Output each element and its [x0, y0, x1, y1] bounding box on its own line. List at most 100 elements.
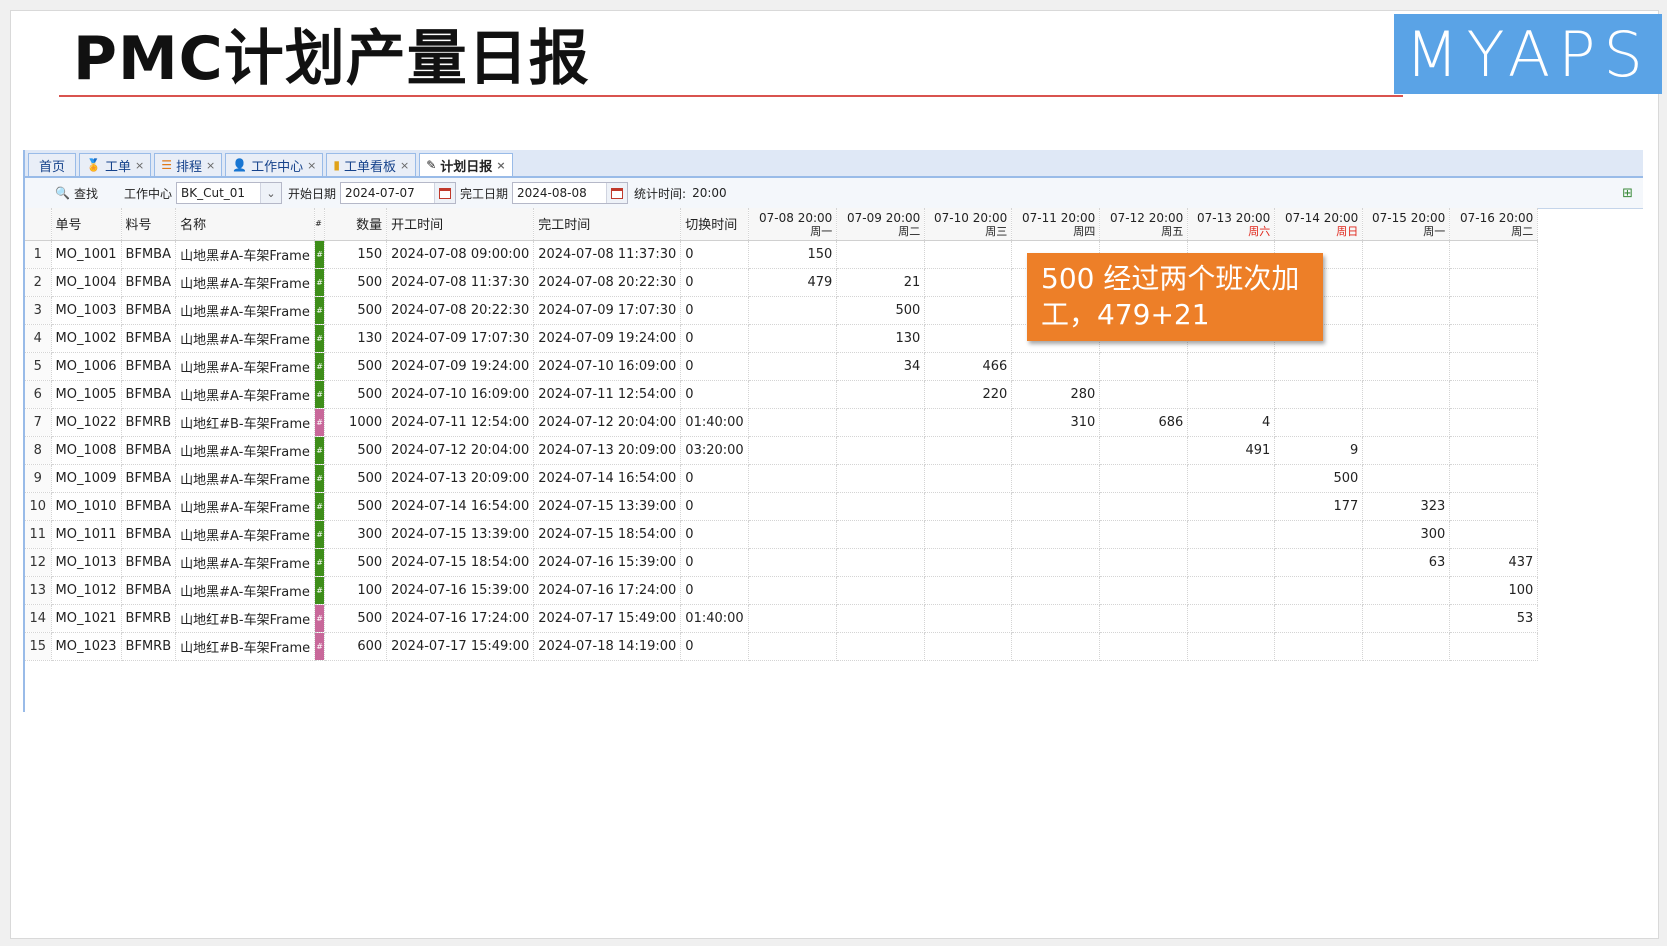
daily-quantity — [1011, 548, 1101, 577]
daily-quantity — [1011, 464, 1101, 493]
daily-quantity — [924, 296, 1013, 325]
product-name: 山地黑#A-车架Frame — [175, 268, 316, 297]
daily-quantity — [924, 632, 1013, 661]
close-icon[interactable]: × — [206, 159, 215, 172]
chevron-down-icon[interactable]: ⌄ — [259, 183, 281, 203]
stat-time-value: 20:00 — [692, 186, 727, 200]
day-column-header[interactable]: 07-16 20:00 周二 — [1449, 208, 1539, 241]
column-header-material[interactable]: 料号 — [121, 208, 177, 241]
tab-0[interactable]: 首页 — [28, 153, 77, 176]
tab-5[interactable]: ✎ 计划日报 × — [419, 153, 513, 176]
end-time: 2024-07-13 20:09:00 — [533, 436, 682, 465]
table-row[interactable]: 13 MO_1012 BFMBA 山地黑#A-车架Frame #100 2024-07-1… — [25, 576, 1539, 605]
grid-header: 单号 料号 名称 # 数量 开工时间 完工时间 切换时间 07-08 20:00… — [25, 208, 1539, 241]
quantity: 500 — [324, 380, 388, 409]
start-time: 2024-07-10 16:09:00 — [386, 380, 535, 409]
daily-quantity — [924, 464, 1013, 493]
work-center-select[interactable]: BK_Cut_01 ⌄ — [175, 182, 282, 204]
end-time: 2024-07-11 12:54:00 — [533, 380, 682, 409]
daily-quantity — [1274, 380, 1364, 409]
daily-quantity — [836, 436, 926, 465]
switch-time: 0 — [680, 548, 750, 577]
tab-3[interactable]: 👤 工作中心 × — [225, 153, 324, 176]
day-column-header[interactable]: 07-09 20:00 周二 — [836, 208, 926, 241]
tab-1[interactable]: 🏅 工单 × — [79, 153, 152, 176]
product-name: 山地红#B-车架Frame — [175, 632, 316, 661]
daily-quantity — [1099, 632, 1189, 661]
day-weekday: 周一 — [810, 224, 833, 238]
calendar-icon[interactable] — [434, 183, 455, 203]
daily-quantity: 9 — [1274, 436, 1364, 465]
material-code: BFMBA — [121, 352, 177, 381]
quantity: 500 — [324, 436, 388, 465]
tab-2[interactable]: ☰ 排程 × — [154, 153, 223, 176]
daily-quantity: 21 — [836, 268, 926, 297]
start-time: 2024-07-08 11:37:30 — [386, 268, 535, 297]
table-row[interactable]: 14 MO_1021 BFMRB 山地红#B-车架Frame #500 2024-07-1… — [25, 604, 1539, 633]
column-header-name[interactable]: 名称 — [175, 208, 316, 241]
quantity: 1000 — [324, 408, 388, 437]
row-number: 12 — [25, 548, 52, 577]
order-number: MO_1010 — [51, 492, 122, 521]
table-row[interactable]: 7 MO_1022 BFMRB 山地红#B-车架Frame #1000 2024-07-1… — [25, 408, 1539, 437]
close-icon[interactable]: × — [400, 159, 409, 172]
daily-quantity — [924, 548, 1013, 577]
column-header-order[interactable]: 单号 — [51, 208, 122, 241]
day-column-header[interactable]: 07-12 20:00 周五 — [1099, 208, 1189, 241]
day-column-header[interactable]: 07-14 20:00 周日 — [1274, 208, 1364, 241]
column-header-end[interactable]: 完工时间 — [533, 208, 682, 241]
table-row[interactable]: 15 MO_1023 BFMRB 山地红#B-车架Frame #600 2024-07-1… — [25, 632, 1539, 661]
daily-quantity — [1449, 240, 1539, 269]
color-swatch: # — [314, 464, 326, 493]
table-row[interactable]: 5 MO_1006 BFMBA 山地黑#A-车架Frame #500 2024-07-09… — [25, 352, 1539, 381]
product-name: 山地红#B-车架Frame — [175, 604, 316, 633]
table-row[interactable]: 11 MO_1011 BFMBA 山地黑#A-车架Frame #300 2024-07-1… — [25, 520, 1539, 549]
start-date-field[interactable]: 2024-07-07 — [340, 182, 456, 204]
table-row[interactable]: 10 MO_1010 BFMBA 山地黑#A-车架Frame #500 2024-07-1… — [25, 492, 1539, 521]
table-row[interactable]: 9 MO_1009 BFMBA 山地黑#A-车架Frame #500 2024-07-13… — [25, 464, 1539, 493]
close-icon[interactable]: × — [307, 159, 316, 172]
daily-quantity — [1449, 268, 1539, 297]
tab-label: 计划日报 — [440, 159, 493, 175]
tab-4[interactable]: ▮ 工单看板 × — [326, 153, 417, 176]
column-header-start[interactable]: 开工时间 — [386, 208, 535, 241]
close-icon[interactable]: × — [135, 159, 144, 172]
daily-quantity — [748, 436, 838, 465]
day-column-header[interactable]: 07-13 20:00 周六 — [1187, 208, 1276, 241]
tab-bar: 首页 🏅 工单 × ☰ 排程 × 👤 工作中心 × ▮ 工单看板 × ✎ 计划日报 × — [25, 150, 1643, 178]
column-header-switch[interactable]: 切换时间 — [680, 208, 750, 241]
daily-quantity — [1187, 632, 1276, 661]
day-weekday: 周三 — [985, 224, 1008, 238]
day-column-header[interactable]: 07-11 20:00 周四 — [1011, 208, 1101, 241]
order-number: MO_1009 — [51, 464, 122, 493]
day-column-header[interactable]: 07-10 20:00 周三 — [924, 208, 1013, 241]
calendar-icon[interactable] — [606, 183, 628, 203]
users-icon: 👤 — [232, 158, 248, 172]
end-date-field[interactable]: 2024-08-08 — [512, 182, 629, 204]
table-row[interactable]: 12 MO_1013 BFMBA 山地黑#A-车架Frame #500 2024-07-1… — [25, 548, 1539, 577]
table-row[interactable]: 8 MO_1008 BFMBA 山地黑#A-车架Frame #500 2024-07-12… — [25, 436, 1539, 465]
tree-view-icon[interactable]: ⊞ — [1622, 186, 1633, 201]
close-icon[interactable]: × — [496, 159, 505, 172]
table-row[interactable]: 6 MO_1005 BFMBA 山地黑#A-车架Frame #500 2024-07-10… — [25, 380, 1539, 409]
product-name: 山地黑#A-车架Frame — [175, 352, 316, 381]
column-header-color[interactable]: # — [314, 208, 326, 241]
daily-quantity — [1187, 352, 1276, 381]
color-swatch: # — [314, 436, 326, 465]
start-time: 2024-07-08 09:00:00 — [386, 240, 535, 269]
search-icon: 🔍 — [55, 186, 70, 200]
column-header-qty[interactable]: 数量 — [324, 208, 388, 241]
day-column-header[interactable]: 07-15 20:00 周一 — [1362, 208, 1451, 241]
daily-quantity: 500 — [836, 296, 926, 325]
daily-quantity: 686 — [1099, 408, 1189, 437]
daily-quantity — [748, 492, 838, 521]
day-date: 07-10 20:00 — [934, 210, 1008, 225]
start-time: 2024-07-16 15:39:00 — [386, 576, 535, 605]
daily-quantity — [1187, 464, 1276, 493]
day-column-header[interactable]: 07-08 20:00 周一 — [748, 208, 838, 241]
search-button[interactable]: 🔍 查找 — [55, 185, 98, 202]
search-button-label: 查找 — [73, 186, 98, 201]
daily-quantity — [1011, 352, 1101, 381]
switch-time: 0 — [680, 492, 750, 521]
quantity: 500 — [324, 352, 388, 381]
